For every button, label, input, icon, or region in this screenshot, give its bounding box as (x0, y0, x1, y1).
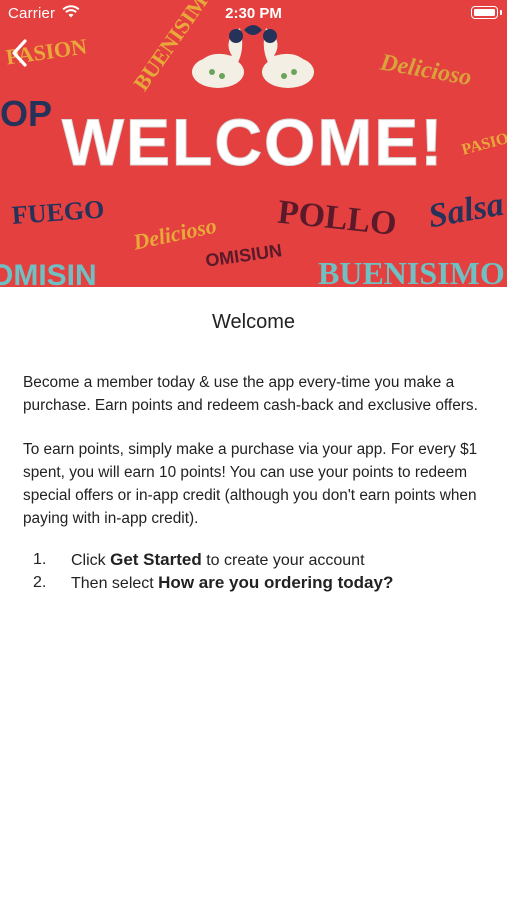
hero-banner: PASION BUENISIMO Delicioso POLLO Salsa F… (0, 0, 507, 287)
hero-headline: WELCOME! (62, 105, 445, 179)
step-number: 1. (33, 551, 47, 569)
step-text: Click Get Started to create your account (71, 548, 365, 572)
svg-text:OP: OP (0, 93, 52, 134)
points-paragraph: To earn points, simply make a purchase v… (23, 441, 478, 527)
step-text: Then select How are you ordering today? (71, 571, 393, 595)
hero-artwork: PASION BUENISIMO Delicioso POLLO Salsa F… (0, 0, 507, 287)
svg-text:OMISIN: OMISIN (0, 259, 97, 287)
battery-icon (471, 6, 498, 19)
page-title: Welcome (212, 311, 295, 333)
back-button[interactable] (6, 36, 36, 70)
step-prefix: Then select (71, 575, 159, 593)
steps-list: 1. Click Get Started to create your acco… (0, 548, 507, 594)
intro-paragraph: Become a member today & use the app ever… (23, 374, 478, 414)
step-number: 2. (33, 574, 47, 592)
list-item: 2. Then select How are you ordering toda… (0, 571, 507, 594)
battery-tip (500, 10, 502, 15)
welcome-content: Welcome Become a member today & use the … (0, 287, 507, 594)
step-suffix: to create your account (201, 552, 365, 570)
status-time: 2:30 PM (225, 5, 282, 22)
status-bar: Carrier 2:30 PM (0, 0, 507, 28)
chevron-left-icon (12, 39, 27, 67)
list-item: 1. Click Get Started to create your acco… (0, 548, 507, 571)
decor-word-buenisimo-bottom: BUENISIMO (318, 255, 505, 287)
step-bold-get-started: Get Started (110, 550, 202, 570)
step-prefix: Click (71, 552, 111, 570)
step-bold-ordering: How are you ordering today? (158, 573, 394, 593)
